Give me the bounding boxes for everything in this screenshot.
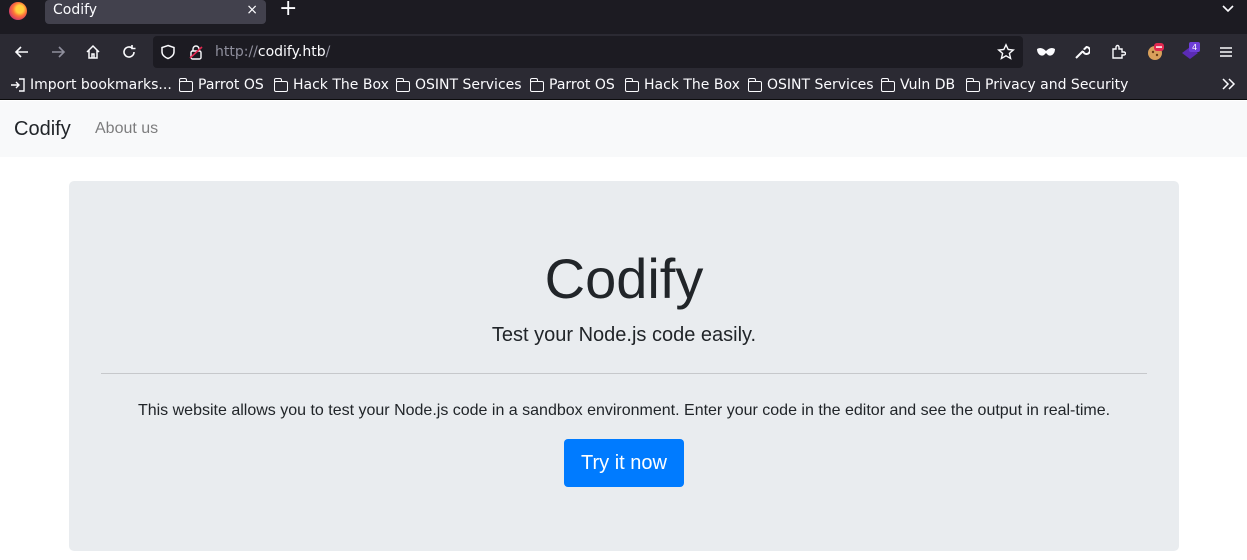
bookmark-osint-services[interactable]: OSINT Services — [396, 76, 522, 94]
star-icon[interactable] — [995, 41, 1017, 63]
insecure-lock-icon[interactable] — [185, 41, 207, 63]
bookmark-parrot-os-2[interactable]: Parrot OS — [530, 76, 615, 94]
hero-lead: Test your Node.js code easily. — [491, 324, 757, 346]
chevron-down-icon[interactable] — [1221, 0, 1235, 18]
overflow-chevron-icon[interactable] — [1221, 74, 1237, 94]
folder-icon — [396, 77, 410, 92]
browser-toolbar: http://codify.htb/ 4 — [0, 34, 1247, 70]
bookmark-vuln-db[interactable]: Vuln DB — [881, 76, 955, 94]
tab-codify[interactable]: Codify × — [45, 0, 266, 24]
menu-icon[interactable] — [1215, 41, 1237, 63]
mask-icon[interactable] — [1035, 41, 1057, 63]
page-content: Codify About us Codify Test your Node.js… — [0, 101, 1247, 560]
bookmark-osint-services-2[interactable]: OSINT Services — [748, 76, 874, 94]
bookmark-label: Import bookmarks... — [30, 77, 172, 93]
extension-cookie-icon[interactable] — [1144, 41, 1166, 63]
bookmark-hack-the-box-2[interactable]: Hack The Box — [625, 76, 740, 94]
tab-title: Codify — [53, 2, 98, 18]
bookmarks-toolbar: Import bookmarks... Parrot OS Hack The B… — [0, 70, 1247, 100]
try-it-now-button[interactable]: Try it now — [564, 439, 684, 487]
folder-icon — [748, 77, 762, 92]
bookmark-label: Hack The Box — [293, 77, 389, 93]
extension-badge-icon[interactable]: 4 — [1179, 41, 1201, 63]
firefox-logo-icon[interactable] — [9, 2, 27, 20]
bookmark-label: OSINT Services — [767, 77, 874, 93]
jumbotron: Codify Test your Node.js code easily. Th… — [69, 181, 1179, 551]
bookmark-label: Vuln DB — [900, 77, 956, 93]
bookmark-label: Parrot OS — [198, 77, 264, 93]
url-bar[interactable]: http://codify.htb/ — [153, 36, 1023, 68]
url-protocol: http:// — [215, 44, 258, 60]
url-host: codify.htb — [257, 44, 326, 60]
shield-icon[interactable] — [157, 41, 179, 63]
hero-title: Codify — [544, 247, 704, 310]
bookmark-label: Hack The Box — [644, 77, 740, 93]
bookmark-parrot-os[interactable]: Parrot OS — [179, 76, 264, 94]
hero-description: This website allows you to test your Nod… — [137, 402, 1111, 419]
forward-arrow-icon[interactable] — [47, 41, 69, 63]
extension-badge-count: 4 — [1192, 43, 1197, 52]
folder-icon — [179, 77, 193, 92]
bookmark-privacy-security[interactable]: Privacy and Security — [966, 76, 1128, 94]
wrench-icon[interactable] — [1071, 41, 1093, 63]
nav-link-about[interactable]: About us — [95, 101, 158, 157]
folder-icon — [881, 77, 895, 92]
navbar-brand[interactable]: Codify — [14, 101, 71, 157]
site-navbar: Codify About us — [0, 101, 1247, 157]
bookmark-hack-the-box[interactable]: Hack The Box — [274, 76, 389, 94]
bookmark-label: OSINT Services — [415, 77, 522, 93]
bookmark-label: Privacy and Security — [985, 77, 1129, 93]
folder-icon — [530, 77, 544, 92]
new-tab-button[interactable]: + — [279, 0, 297, 21]
folder-icon — [625, 77, 639, 92]
extensions-icon[interactable] — [1107, 41, 1129, 63]
home-icon[interactable] — [82, 41, 104, 63]
reload-icon[interactable] — [118, 41, 140, 63]
back-arrow-icon[interactable] — [11, 41, 33, 63]
url-path: / — [325, 44, 331, 60]
import-icon — [11, 78, 25, 92]
tab-close-icon[interactable]: × — [246, 0, 258, 20]
tab-strip: Codify × + — [0, 0, 1247, 34]
folder-icon — [274, 77, 288, 92]
divider — [101, 373, 1147, 374]
url-text[interactable]: http://codify.htb/ — [215, 36, 330, 68]
folder-icon — [966, 77, 980, 92]
bookmark-label: Parrot OS — [549, 77, 615, 93]
bookmark-import[interactable]: Import bookmarks... — [10, 76, 172, 94]
